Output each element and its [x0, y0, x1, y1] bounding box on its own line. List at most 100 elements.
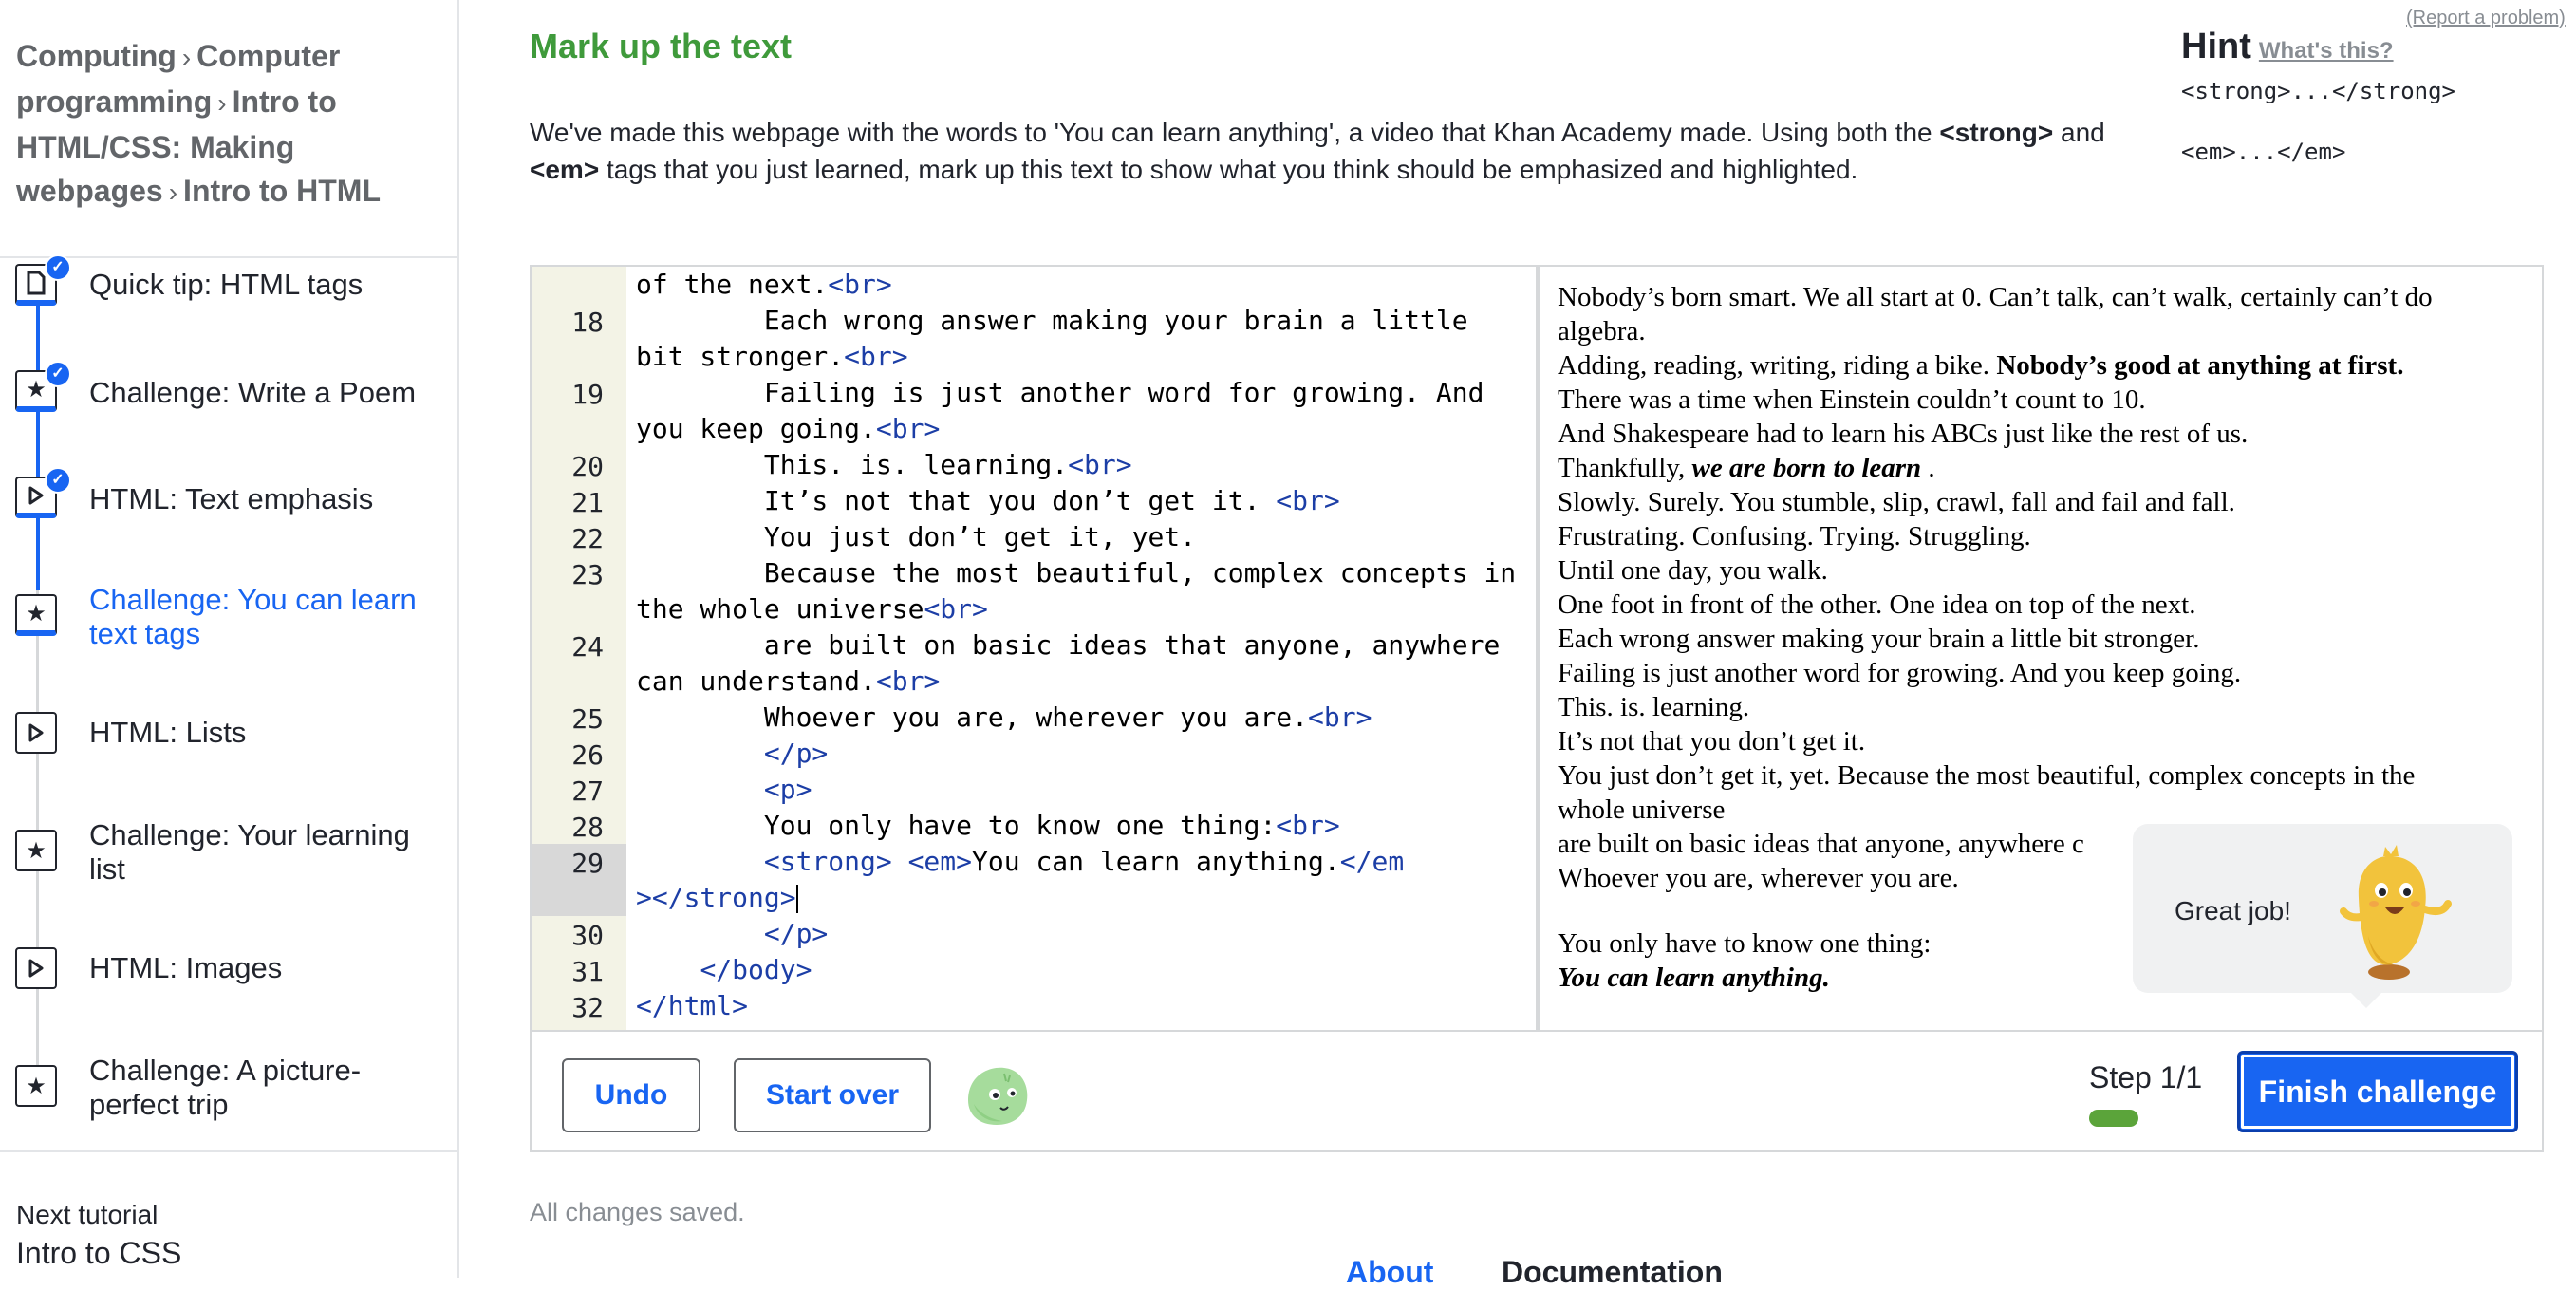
code-line[interactable]: the whole universe<br>: [532, 591, 1536, 627]
code-line[interactable]: bit stronger.<br>: [532, 339, 1536, 375]
output-em-text: You can learn anything.: [1558, 963, 1830, 993]
code-line[interactable]: 31 </body>: [532, 952, 1536, 988]
breadcrumb-computing[interactable]: Computing: [16, 39, 177, 73]
code-tag: <br>: [1068, 449, 1132, 480]
star-icon: ★: [15, 830, 57, 871]
code-plain: [636, 738, 764, 769]
code-text: the whole universe<br>: [636, 591, 1528, 627]
output-text: Whoever you are, wherever you are.: [1558, 863, 1959, 893]
code-plain: You can learn anything.: [972, 846, 1340, 877]
code-text: This. is. learning.<br>: [636, 447, 1528, 483]
line-number: 25: [571, 703, 604, 735]
sidebar-item-label: HTML: Images: [89, 951, 283, 984]
great-job-popup: Great job!: [2133, 824, 2512, 1008]
output-line: Adding, reading, writing, riding a bike.…: [1558, 348, 2542, 383]
output-text: It’s not that you don’t get it.: [1558, 726, 1866, 757]
next-tutorial-link[interactable]: Intro to CSS: [16, 1236, 181, 1271]
sidebar-item-label: Challenge: Write a Poem: [89, 376, 417, 409]
sidebar-item-label: HTML: Lists: [89, 716, 247, 749]
code-editor[interactable]: of the next.<br> 18 Each wrong answer mak…: [532, 267, 1540, 1030]
code-line[interactable]: 25 Whoever you are, wherever you are.<br…: [532, 700, 1536, 736]
step-indicator: Step 1/1: [2089, 1060, 2203, 1094]
sidebar-item-challenge-a-picture-perfect-trip[interactable]: ★ Challenge: A picture-perfect trip: [0, 1054, 456, 1130]
code-plain: You just don’t get it, yet.: [636, 521, 1197, 552]
code-line[interactable]: 20 This. is. learning.<br>: [532, 447, 1536, 483]
sidebar-item-challenge-your-learning-list[interactable]: ★ Challenge: Your learning list: [0, 818, 456, 894]
output-line: And Shakespeare had to learn his ABCs ju…: [1558, 417, 2542, 451]
tab-documentation[interactable]: Documentation: [1502, 1255, 1723, 1290]
code-line[interactable]: 26 </p>: [532, 736, 1536, 772]
code-tag: <br>: [1276, 810, 1340, 841]
code-line[interactable]: 19 Failing is just another word for grow…: [532, 375, 1536, 411]
code-line[interactable]: you keep going.<br>: [532, 411, 1536, 447]
hint-whats-this-link[interactable]: What's this?: [2259, 38, 2394, 64]
line-number: 21: [571, 487, 604, 518]
timeline-progress-line: [36, 277, 40, 590]
breadcrumb: Computing › Computer programming › Intro to …: [16, 34, 434, 215]
sidebar-item-challenge-write-a-poem[interactable]: ★ ✓ Challenge: Write a Poem: [0, 361, 456, 418]
sidebar-item-label: HTML: Text emphasis: [89, 482, 374, 515]
completed-check-icon: ✓: [45, 254, 71, 281]
code-line[interactable]: 30 </p>: [532, 916, 1536, 952]
output-line: Slowly. Surely. You stumble, slip, crawl…: [1558, 485, 2542, 519]
sidebar: Computing › Computer programming › Intro to …: [0, 0, 459, 1278]
hint-strong-code: <strong>...</strong>: [2181, 78, 2455, 104]
output-line: Until one day, you walk.: [1558, 553, 2542, 588]
undo-button[interactable]: Undo: [562, 1058, 700, 1132]
code-line[interactable]: 22 You just don’t get it, yet.: [532, 519, 1536, 555]
line-number: 19: [571, 379, 604, 410]
code-line[interactable]: 27 <p>: [532, 772, 1536, 808]
start-over-button[interactable]: Start over: [734, 1058, 931, 1132]
code-tag: </em: [1339, 846, 1405, 877]
output-text: Nobody’s born smart. We all start at 0. …: [1558, 282, 2433, 312]
output-text: One foot in front of the other. One idea…: [1558, 589, 2196, 620]
code-line[interactable]: 18 Each wrong answer making your brain a…: [532, 303, 1536, 339]
current-line-highlight: [532, 880, 626, 916]
code-line[interactable]: 21 It’s not that you don’t get it. <br>: [532, 483, 1536, 519]
code-plain: bit stronger.: [636, 341, 845, 372]
sidebar-divider: [0, 1150, 459, 1152]
output-line: There was a time when Einstein couldn’t …: [1558, 383, 2542, 417]
code-line[interactable]: 29 <strong> <em>You can learn anything.<…: [532, 844, 1536, 880]
code-line[interactable]: 28 You only have to know one thing:<br>: [532, 808, 1536, 844]
code-tag: <br>: [1276, 485, 1340, 516]
sidebar-item-label: Challenge: You can learn text tags: [89, 583, 417, 650]
great-job-text: Great job!: [2175, 896, 2291, 925]
instructions-text: tags that you just learned, mark up this…: [599, 155, 1858, 184]
output-text: You just don’t get it, yet. Because the …: [1558, 760, 2416, 791]
code-tag: <p>: [763, 774, 812, 805]
output-text: There was a time when Einstein couldn’t …: [1558, 384, 2146, 415]
output-line: Frustrating. Confusing. Trying. Struggli…: [1558, 519, 2542, 553]
code-line[interactable]: ></strong>: [532, 880, 1536, 916]
code-plain: This. is. learning.: [636, 449, 1069, 480]
line-number: 18: [571, 307, 604, 338]
output-line: You just don’t get it, yet. Because the …: [1558, 758, 2542, 793]
sidebar-item-challenge-you-can-learn-text-tags[interactable]: ★ Challenge: You can learn text tags: [0, 583, 456, 659]
code-line[interactable]: 32 </html>: [532, 988, 1536, 1024]
sidebar-item-quick-tip-html-tags[interactable]: ✓ Quick tip: HTML tags: [0, 254, 456, 306]
code-plain: Because the most beautiful, complex conc…: [636, 557, 1517, 589]
sidebar-item-label: Challenge: Your learning list: [89, 818, 410, 886]
output-em-text: we are born to learn: [1691, 453, 1922, 483]
code-line[interactable]: 24 are built on basic ideas that anyone,…: [532, 627, 1536, 664]
sidebar-item-html-images[interactable]: HTML: Images: [0, 947, 456, 995]
code-tag: <br>: [875, 665, 941, 697]
code-text: are built on basic ideas that anyone, an…: [636, 627, 1528, 664]
sidebar-item-html-text-emphasis[interactable]: ✓ HTML: Text emphasis: [0, 467, 456, 524]
sidebar-item-html-lists[interactable]: HTML: Lists: [0, 712, 456, 759]
tab-about[interactable]: About: [1346, 1255, 1433, 1290]
finish-challenge-button[interactable]: Finish challenge: [2237, 1051, 2518, 1132]
code-tag: </html>: [636, 990, 749, 1021]
output-line: whole universe: [1558, 793, 2542, 827]
code-line[interactable]: 23 Because the most beautiful, complex c…: [532, 555, 1536, 591]
code-text: Each wrong answer making your brain a li…: [636, 303, 1528, 339]
output-line: algebra.: [1558, 314, 2542, 348]
code-line[interactable]: can understand.<br>: [532, 664, 1536, 700]
breadcrumb-intro-html[interactable]: Intro to HTML: [183, 174, 381, 208]
code-line[interactable]: of the next.<br>: [532, 267, 1536, 303]
hint-panel: Hint What's this? <strong>...</strong> <e…: [2181, 27, 2561, 165]
output-text: You only have to know one thing:: [1558, 928, 1932, 959]
output-line: Nobody’s born smart. We all start at 0. …: [1558, 280, 2542, 314]
line-number: 31: [571, 956, 604, 987]
code-text: Failing is just another word for growing…: [636, 375, 1528, 411]
